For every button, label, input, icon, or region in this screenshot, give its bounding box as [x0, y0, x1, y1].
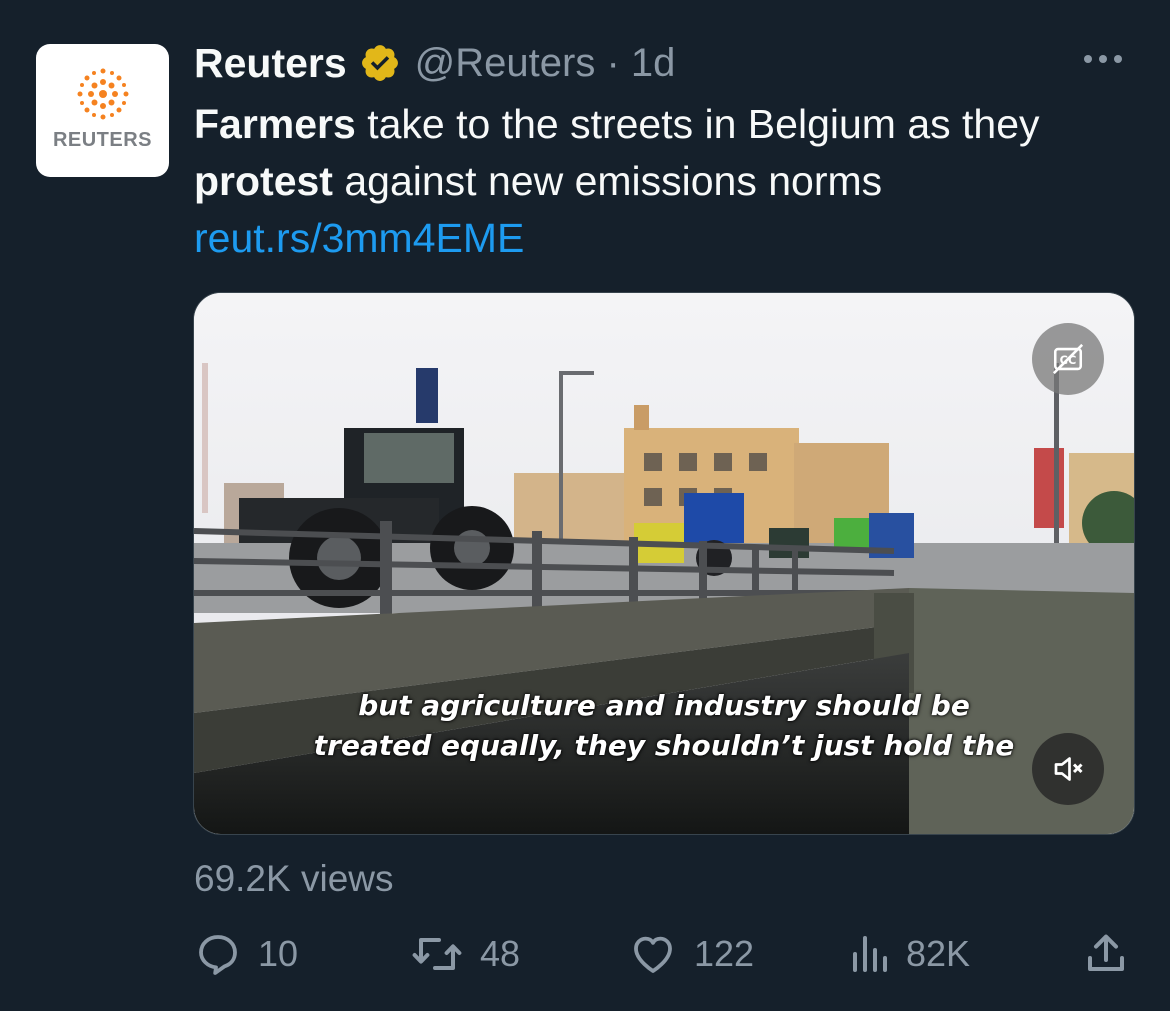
like-button[interactable]: 122 [628, 930, 754, 978]
retweet-count: 48 [480, 933, 521, 974]
retweet-icon [412, 938, 462, 970]
tweet-bold-farmers: Farmers [194, 101, 356, 147]
tweet-text: Farmers take to the streets in Belgium a… [194, 96, 1134, 267]
analytics-button[interactable]: 82K [848, 930, 970, 978]
more-options-icon[interactable] [1084, 55, 1122, 63]
reuters-logo-icon [77, 68, 129, 120]
account-name[interactable]: Reuters [194, 40, 347, 87]
reuters-avatar[interactable]: REUTERS [36, 44, 169, 177]
like-count: 122 [694, 933, 755, 974]
account-handle-time[interactable]: @Reuters · 1d [415, 41, 676, 86]
analytics-icon [853, 936, 887, 972]
tweet-text-part2: against new emissions norms [332, 158, 883, 204]
view-count: 69.2K views [194, 858, 394, 899]
captions-button[interactable]: CC [1032, 323, 1104, 395]
subtitle-line-1: but agriculture and industry should be [358, 689, 970, 722]
video-player[interactable]: but agriculture and industry should be t… [193, 292, 1135, 835]
tweet-link[interactable]: reut.rs/3mm4EME [194, 215, 524, 261]
mute-button[interactable] [1032, 733, 1104, 805]
tweet-bold-protest: protest [194, 158, 333, 204]
tweet-header: Reuters @Reuters · 1d [194, 38, 675, 88]
tweet-text-part1: take to the streets in Belgium as they [355, 101, 1040, 147]
tweet-action-bar: 10 48 122 82K [0, 930, 1170, 990]
reply-count: 10 [258, 933, 299, 974]
subtitle-line-2: treated equally, they shouldn’t just hol… [313, 729, 1015, 762]
video-subtitle: but agriculture and industry should be t… [194, 686, 1134, 766]
retweet-button[interactable]: 48 [410, 930, 520, 978]
share-button[interactable] [1082, 930, 1130, 978]
share-icon [1088, 934, 1124, 971]
reuters-wordmark: REUTERS [52, 129, 153, 151]
closed-captions-off-icon: CC [1052, 343, 1084, 375]
heart-icon [634, 936, 672, 973]
analytics-count: 82K [906, 933, 971, 974]
reply-icon [199, 935, 237, 975]
verified-badge-icon[interactable] [359, 42, 401, 84]
muted-speaker-icon [1054, 757, 1083, 781]
reply-button[interactable]: 10 [194, 930, 298, 978]
